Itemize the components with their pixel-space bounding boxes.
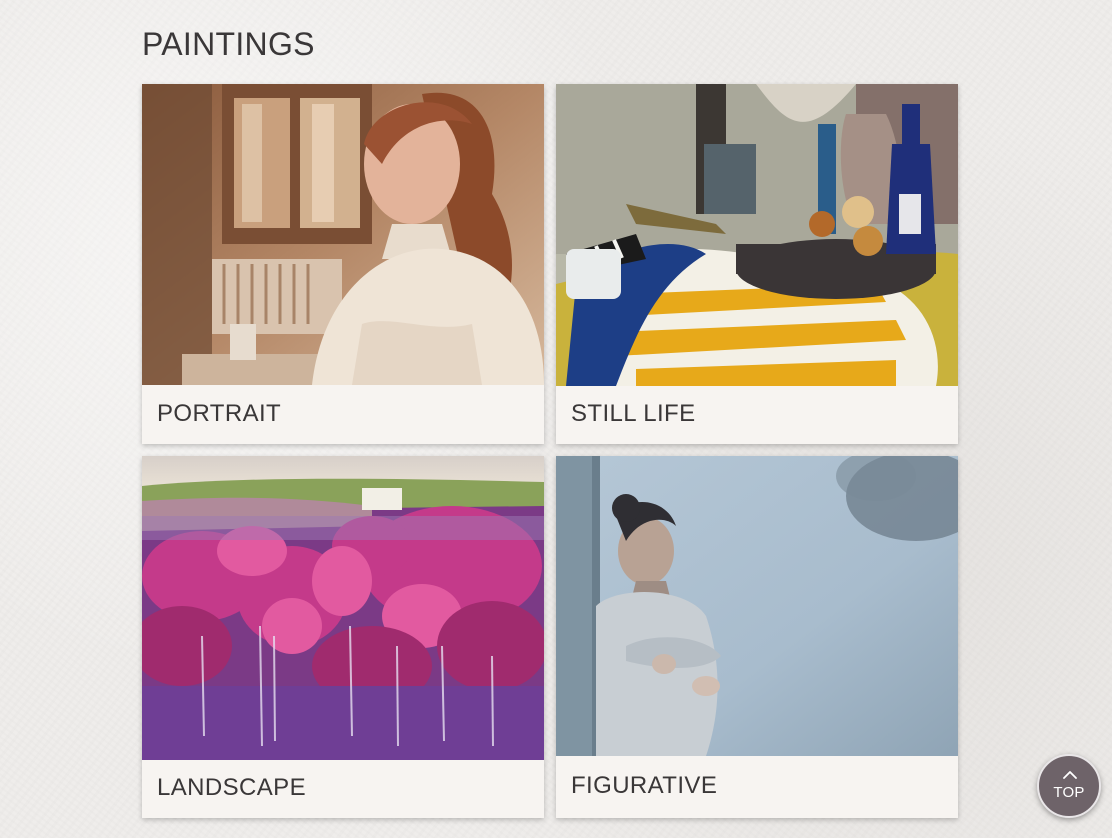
landscape-painting-image[interactable] bbox=[142, 456, 544, 760]
still-life-painting-image[interactable] bbox=[556, 84, 958, 386]
scroll-to-top-button[interactable]: TOP bbox=[1037, 754, 1101, 818]
card-label: PORTRAIT bbox=[157, 400, 282, 427]
card-label: LANDSCAPE bbox=[157, 774, 306, 801]
card-label: FIGURATIVE bbox=[571, 772, 718, 799]
chevron-up-icon bbox=[1063, 771, 1077, 779]
category-card-still-life[interactable]: STILL LIFE bbox=[556, 84, 958, 444]
category-card-landscape[interactable]: LANDSCAPE bbox=[142, 456, 544, 818]
page-title: PAINTINGS bbox=[142, 26, 315, 62]
top-button-label: TOP bbox=[1053, 784, 1085, 801]
category-card-portrait[interactable]: PORTRAIT bbox=[142, 84, 544, 444]
figurative-painting-image[interactable] bbox=[556, 456, 958, 756]
category-card-figurative[interactable]: FIGURATIVE bbox=[556, 456, 958, 818]
card-label: STILL LIFE bbox=[571, 400, 696, 427]
portrait-painting-image[interactable] bbox=[142, 84, 544, 385]
